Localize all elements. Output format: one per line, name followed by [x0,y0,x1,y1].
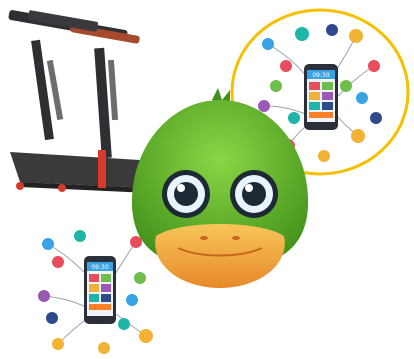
duck-face-icon [131,88,309,288]
duck-head-image [120,88,320,293]
phone-time-label: 09:30 [312,72,329,79]
phone-time-label: 09:30 [91,264,108,271]
